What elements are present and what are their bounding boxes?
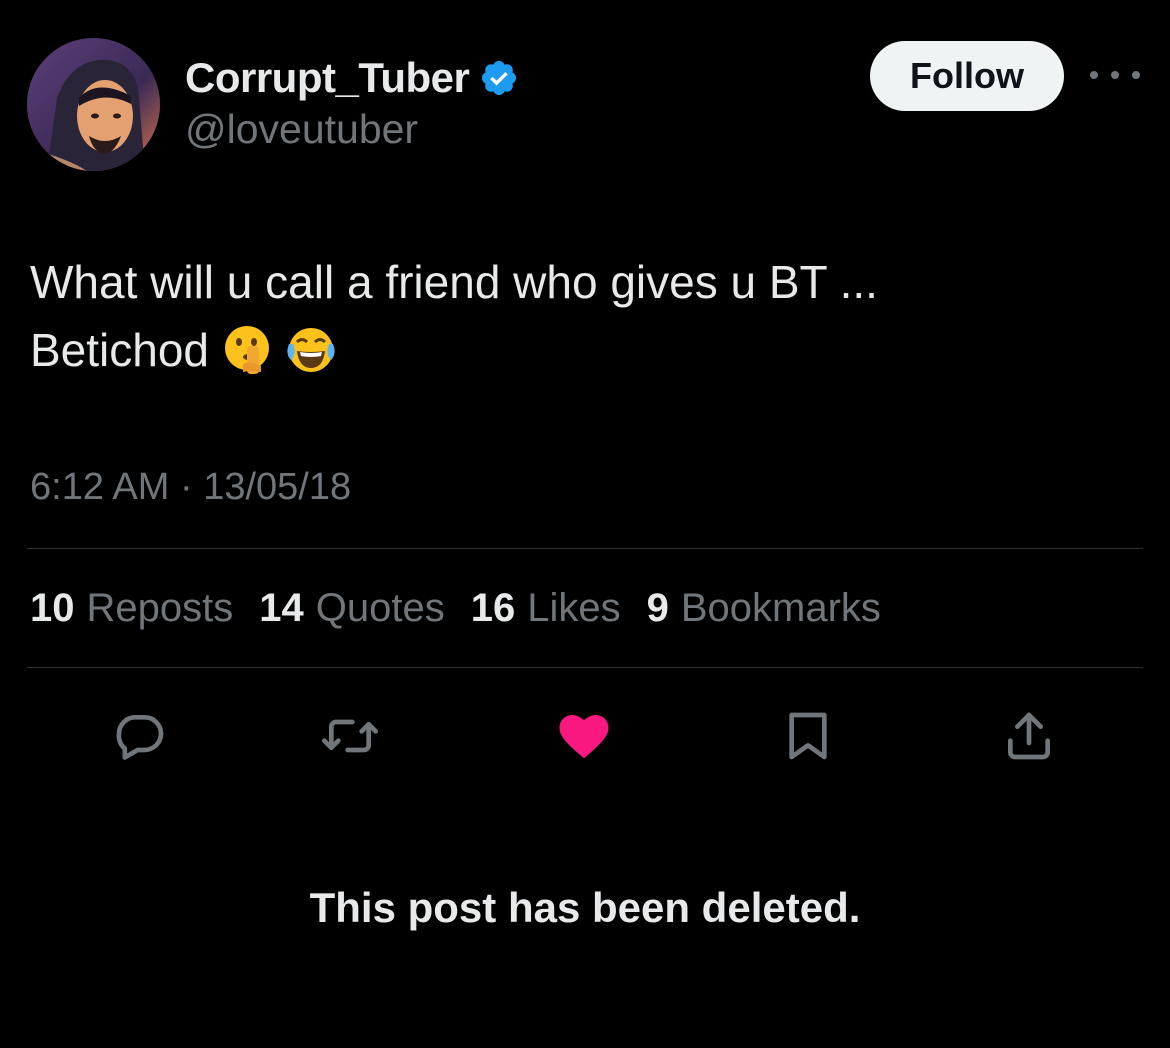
tweet-text-line-2: Betichod (30, 316, 1140, 384)
verified-badge-icon (479, 58, 519, 98)
deleted-post-notice: This post has been deleted. (309, 884, 861, 931)
like-icon[interactable] (556, 708, 612, 764)
reply-icon[interactable] (112, 708, 168, 764)
avatar[interactable] (27, 38, 160, 171)
follow-button[interactable]: Follow (870, 41, 1064, 111)
more-options-icon[interactable] (1090, 62, 1140, 88)
stat-bookmarks[interactable]: 9 Bookmarks (647, 586, 881, 631)
stat-label: Bookmarks (680, 586, 881, 630)
repost-icon[interactable] (322, 708, 378, 764)
shushing-face-emoji-icon (225, 325, 270, 374)
display-name[interactable]: Corrupt_Tuber (185, 54, 470, 102)
author-name-row[interactable]: Corrupt_Tuber (185, 54, 519, 102)
tweet-text-line-2-text: Betichod (30, 324, 210, 376)
share-icon[interactable] (1001, 708, 1057, 764)
divider (27, 667, 1143, 668)
stat-count: 10 (30, 586, 75, 630)
tweet-text-line-1: What will u call a friend who gives u BT… (30, 256, 878, 308)
stat-label: Reposts (86, 586, 234, 630)
stat-label: Quotes (315, 586, 445, 630)
engagement-stats: 10 Reposts 14 Quotes 16 Likes 9 Bookmark… (30, 586, 881, 631)
stat-likes[interactable]: 16 Likes (471, 586, 621, 631)
stat-quotes[interactable]: 14 Quotes (259, 586, 444, 631)
author-handle[interactable]: @loveutuber (185, 106, 418, 153)
bookmark-icon[interactable] (780, 708, 836, 764)
stat-count: 14 (259, 586, 304, 630)
tweet-timestamp[interactable]: 6:12 AM · 13/05/18 (30, 466, 351, 509)
stat-count: 16 (470, 586, 516, 630)
stat-label: Likes (527, 586, 621, 630)
stat-count: 9 (646, 586, 669, 630)
tweet-text: What will u call a friend who gives u BT… (30, 248, 1140, 384)
divider (27, 548, 1143, 549)
tears-of-joy-emoji-icon (287, 327, 335, 372)
stat-reposts[interactable]: 10 Reposts (30, 586, 233, 631)
